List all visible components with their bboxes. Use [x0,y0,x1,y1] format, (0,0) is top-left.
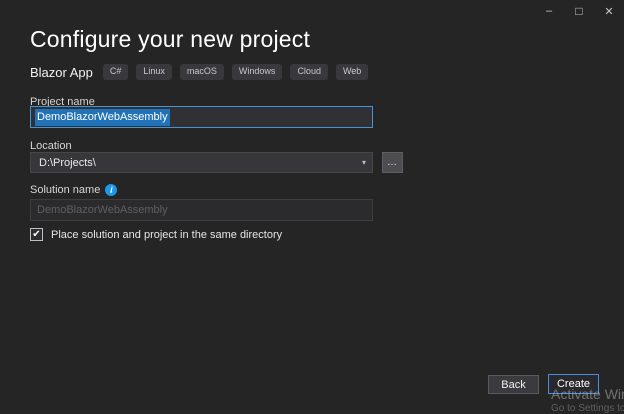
activate-windows-watermark: Activate Windows Go to Settings to activ… [551,386,624,414]
maximize-icon[interactable]: □ [564,0,594,22]
minimize-icon[interactable]: – [534,0,564,22]
template-info-row: Blazor App C# Linux macOS Windows Cloud … [30,64,368,80]
back-button[interactable]: Back [488,375,539,394]
browse-location-button[interactable]: … [382,152,403,173]
info-icon[interactable]: i [105,184,117,196]
same-directory-row: ✔ Place solution and project in the same… [30,228,282,241]
location-value: D:\Projects\ [39,157,96,169]
watermark-line1: Activate Windows [551,386,624,402]
tag-windows: Windows [232,64,283,80]
location-combobox[interactable]: D:\Projects\ ▾ [30,152,373,173]
template-name: Blazor App [30,65,93,80]
tag-linux: Linux [136,64,172,80]
solution-name-input: DemoBlazorWebAssembly [30,199,373,221]
window-controls: – □ ✕ [534,0,624,22]
configure-project-dialog: – □ ✕ Configure your new project Blazor … [0,0,624,407]
location-label: Location [30,140,72,152]
close-icon[interactable]: ✕ [594,0,624,22]
same-directory-label: Place solution and project in the same d… [51,229,282,241]
chevron-down-icon: ▾ [362,158,366,167]
solution-name-value: DemoBlazorWebAssembly [37,204,168,216]
page-title: Configure your new project [30,26,310,53]
project-name-input[interactable]: DemoBlazorWebAssembly [30,106,373,128]
watermark-line2: Go to Settings to activate Windows. [551,403,624,414]
solution-name-label-row: Solution name i [30,184,117,196]
project-name-value: DemoBlazorWebAssembly [35,109,170,126]
tag-web: Web [336,64,368,80]
tag-cloud: Cloud [290,64,328,80]
solution-name-label: Solution name [30,184,100,196]
tag-csharp: C# [103,64,129,80]
checkmark-icon: ✔ [32,230,40,240]
tag-macos: macOS [180,64,224,80]
same-directory-checkbox[interactable]: ✔ [30,228,43,241]
